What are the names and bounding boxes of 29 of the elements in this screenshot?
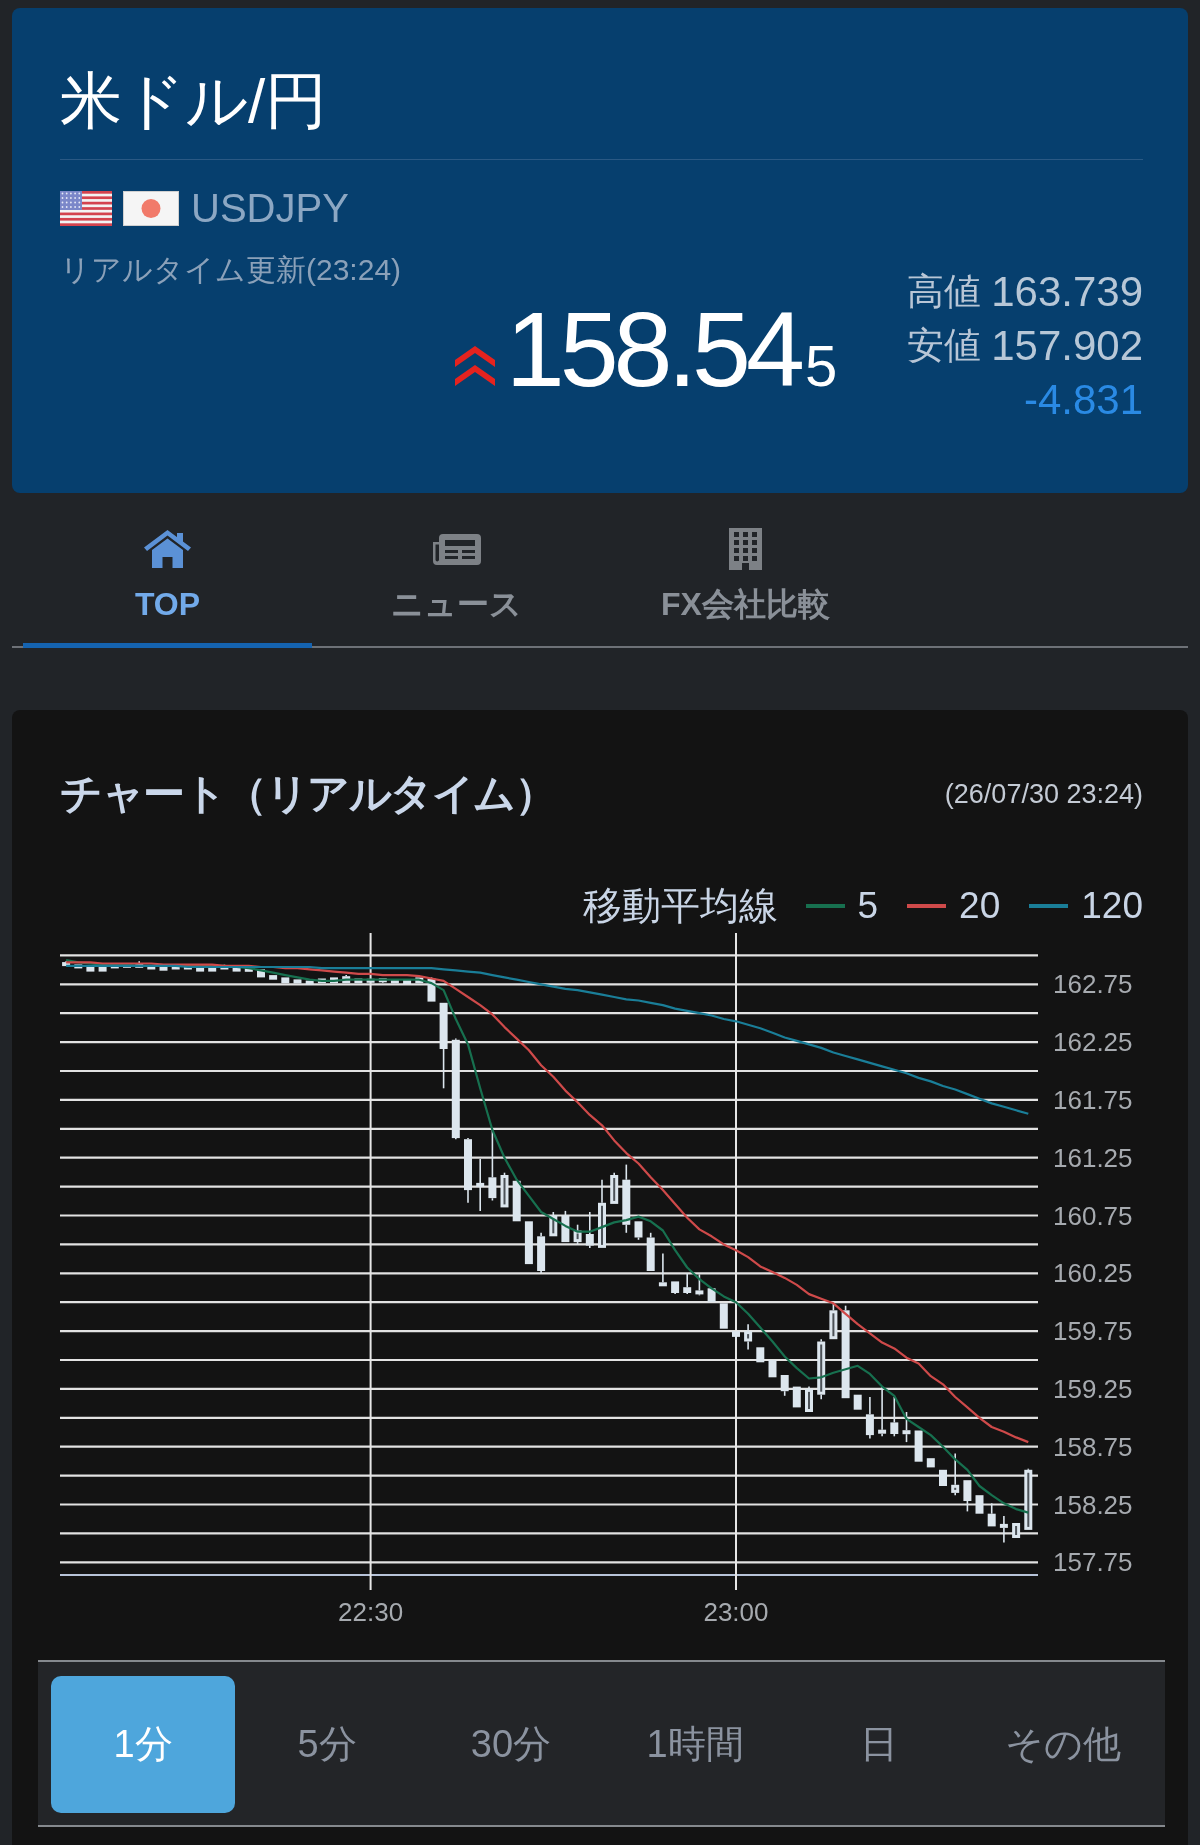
y-axis-label: 161.25: [1053, 1142, 1133, 1173]
legend-label: 120: [1081, 884, 1143, 928]
y-axis-label: 158.75: [1053, 1431, 1133, 1462]
currency-pair-code: USDJPY: [191, 186, 349, 230]
stat-value: 163.739: [991, 267, 1143, 317]
y-axis-label: 162.25: [1053, 1027, 1133, 1058]
current-price: 158.54: [505, 296, 800, 402]
legend-label: 20: [959, 884, 1001, 928]
pair-title: 米ドル/円: [60, 65, 329, 137]
legend-label: 5: [857, 884, 879, 928]
stat-label: 安値: [907, 324, 982, 368]
y-axis-label: 157.75: [1053, 1547, 1133, 1578]
x-axis-label: 23:00: [703, 1597, 769, 1627]
x-axis-label: 22:30: [338, 1597, 404, 1627]
y-axis-label: 160.25: [1053, 1258, 1133, 1289]
stat-value: 157.902: [991, 321, 1143, 371]
chart-timestamp: (26/07/30 23:24): [944, 778, 1143, 811]
chart-title: チャート（リアルタイム）: [60, 769, 555, 819]
y-axis-label: 159.25: [1053, 1373, 1133, 1404]
y-axis-label: 159.75: [1053, 1316, 1133, 1347]
update-time-note: リアルタイム更新(23:24): [60, 252, 403, 288]
y-axis-label: 161.75: [1053, 1084, 1133, 1115]
price-change: -4.831: [1022, 375, 1143, 425]
stat-label: 高値: [907, 270, 982, 314]
y-axis-label: 160.75: [1053, 1200, 1133, 1231]
y-axis-label: 158.25: [1053, 1489, 1133, 1520]
legend-title: 移動平均線: [582, 883, 778, 929]
y-axis-label: 162.75: [1053, 969, 1133, 1000]
price-last-digit: 5: [804, 337, 838, 395]
